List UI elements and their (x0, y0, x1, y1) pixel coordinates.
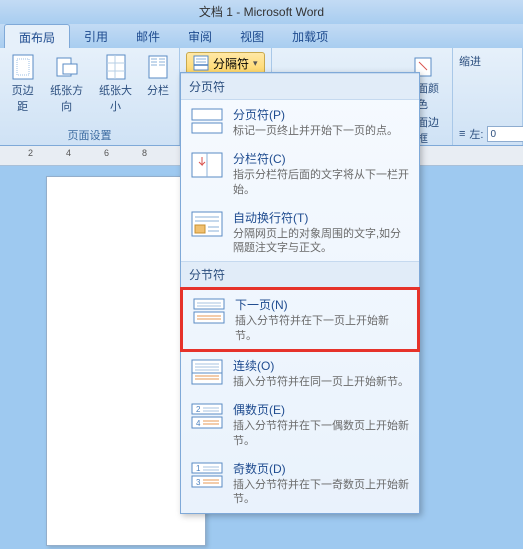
menuitem-next-page[interactable]: 下一页(N) 插入分节符并在下一页上开始新节。 (180, 287, 420, 352)
tab-page-layout[interactable]: 面布局 (4, 24, 70, 48)
menuitem-even-page[interactable]: 24 偶数页(E) 插入分节符并在下一偶数页上开始新节。 (181, 395, 419, 454)
menuitem-column-break[interactable]: 分栏符(C) 指示分栏符后面的文字将从下一栏开始。 (181, 144, 419, 203)
papersize-button[interactable]: 纸张大小 (94, 52, 137, 116)
tab-view[interactable]: 视图 (226, 24, 278, 48)
wrap-break-icon (189, 209, 225, 239)
papersize-icon (103, 54, 129, 80)
column-break-icon (189, 150, 225, 180)
orientation-icon (54, 54, 80, 80)
orientation-button[interactable]: 纸张方向 (45, 52, 88, 116)
tab-references[interactable]: 引用 (70, 24, 122, 48)
margins-button[interactable]: 页边距 (6, 52, 39, 116)
menuitem-title: 偶数页(E) (233, 401, 411, 418)
tab-addins[interactable]: 加载项 (278, 24, 342, 48)
menuitem-desc: 插入分节符并在下一页上开始新节。 (235, 314, 409, 343)
tab-review[interactable]: 审阅 (174, 24, 226, 48)
dropdown-section-sectionbreaks: 分节符 (181, 261, 419, 288)
window-title: 文档 1 - Microsoft Word (0, 0, 523, 24)
ribbon-tabbar: 面布局 引用 邮件 审阅 视图 加载项 (0, 24, 523, 48)
menuitem-text-wrapping-break[interactable]: 自动换行符(T) 分隔网页上的对象周围的文字,如分隔题注文字与正文。 (181, 203, 419, 262)
chevron-down-icon: ▾ (253, 58, 258, 69)
menuitem-title: 自动换行符(T) (233, 209, 411, 226)
breaks-dropdown-button[interactable]: 分隔符 ▾ (186, 52, 265, 74)
breaks-icon (193, 55, 209, 71)
continuous-icon (189, 357, 225, 387)
menuitem-odd-page[interactable]: 13 奇数页(D) 插入分节符并在下一奇数页上开始新节。 (181, 454, 419, 513)
menuitem-desc: 标记一页终止并开始下一页的点。 (233, 124, 411, 138)
margins-icon (10, 54, 36, 80)
svg-text:2: 2 (196, 405, 201, 414)
indent-label: 缩进 (459, 53, 481, 69)
menuitem-desc: 分隔网页上的对象周围的文字,如分隔题注文字与正文。 (233, 227, 411, 256)
columns-icon (145, 54, 171, 80)
menuitem-title: 下一页(N) (235, 296, 409, 313)
menuitem-desc: 插入分节符并在下一偶数页上开始新节。 (233, 419, 411, 448)
menuitem-continuous[interactable]: 连续(O) 插入分节符并在同一页上开始新节。 (181, 351, 419, 395)
next-page-icon (191, 296, 227, 326)
breaks-dropdown-menu: 分页符 分页符(P) 标记一页终止并开始下一页的点。 分栏符(C) 指示分栏符后… (180, 72, 420, 514)
menuitem-page-break[interactable]: 分页符(P) 标记一页终止并开始下一页的点。 (181, 100, 419, 144)
group-label-page-setup: 页面设置 (68, 125, 112, 143)
menuitem-title: 连续(O) (233, 357, 411, 374)
svg-text:3: 3 (196, 478, 201, 487)
svg-text:4: 4 (196, 419, 201, 428)
indent-left-label: ≡ (459, 128, 465, 140)
menuitem-desc: 插入分节符并在同一页上开始新节。 (233, 375, 411, 389)
page-break-icon (189, 106, 225, 136)
menuitem-title: 分页符(P) (233, 106, 411, 123)
tab-mailings[interactable]: 邮件 (122, 24, 174, 48)
menuitem-title: 分栏符(C) (233, 150, 411, 167)
dropdown-section-pagebreaks: 分页符 (181, 73, 419, 100)
even-page-icon: 24 (189, 401, 225, 431)
indent-left-spinner[interactable]: 0 ▴▾ (487, 126, 523, 142)
menuitem-title: 奇数页(D) (233, 460, 411, 477)
ribbon: 页边距 纸张方向 纸张大小 分栏 页面设置 分隔符 ▾ 分页符 (0, 48, 523, 146)
menuitem-desc: 插入分节符并在下一奇数页上开始新节。 (233, 478, 411, 507)
menuitem-desc: 指示分栏符后面的文字将从下一栏开始。 (233, 168, 411, 197)
svg-text:1: 1 (196, 464, 201, 473)
columns-button[interactable]: 分栏 (143, 52, 173, 116)
odd-page-icon: 13 (189, 460, 225, 490)
